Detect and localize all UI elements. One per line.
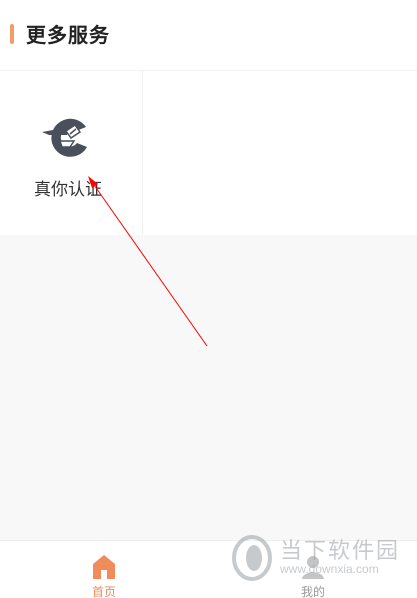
home-icon <box>93 555 115 579</box>
service-item-identity-verification[interactable]: 真你认证 <box>0 71 143 235</box>
services-grid: 真你认证 <box>0 71 417 235</box>
user-icon <box>302 556 324 579</box>
tab-mine-label: 我的 <box>300 585 325 598</box>
tab-home-label: 首页 <box>91 585 116 598</box>
content-empty-area <box>0 235 417 540</box>
tab-mine[interactable]: 我的 <box>209 541 417 598</box>
tab-home[interactable]: 首页 <box>0 541 208 598</box>
identity-verification-icon <box>42 118 87 157</box>
bottom-tab-bar: 首页 我的 <box>0 540 417 598</box>
header-accent-bar <box>10 24 14 44</box>
page: 更多服务 真你认证 首页 我的 当下软件园 www.downxia.com <box>0 0 417 598</box>
service-label: 真你认证 <box>34 180 102 199</box>
section-header: 更多服务 <box>0 0 417 70</box>
section-title: 更多服务 <box>26 25 110 47</box>
